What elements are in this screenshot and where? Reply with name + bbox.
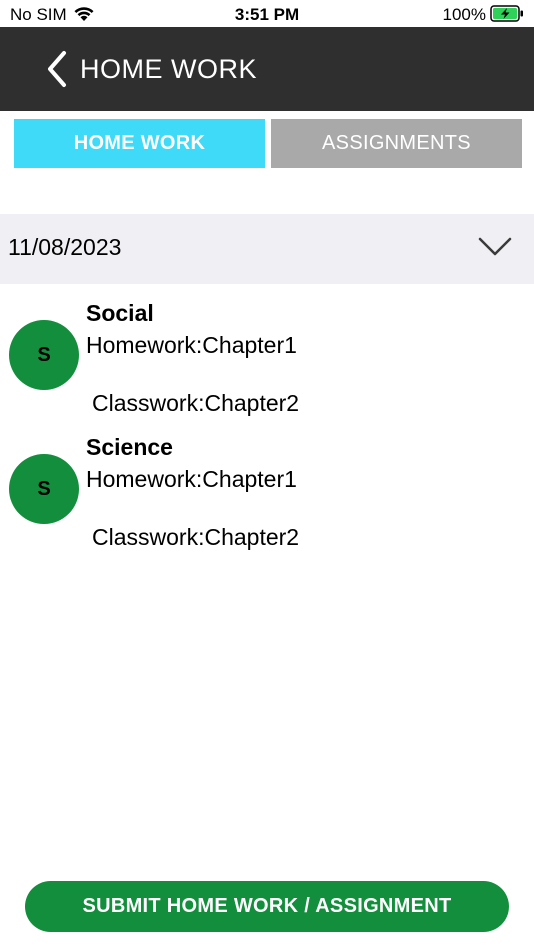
tab-home-work[interactable]: HOME WORK — [14, 119, 265, 168]
classwork-text: Classwork:Chapter2 — [92, 524, 300, 550]
avatar: S — [9, 454, 79, 524]
avatar: S — [9, 320, 79, 390]
page-title: HOME WORK — [80, 54, 257, 84]
battery-percentage: 100% — [442, 5, 486, 24]
tab-assignments[interactable]: ASSIGNMENTS — [271, 119, 522, 168]
list-item[interactable]: S Science Homework:Chapter1 Classwork:Ch… — [0, 434, 534, 564]
battery-charging-icon — [490, 5, 523, 22]
homework-text: Homework:Chapter1 — [86, 466, 297, 492]
status-bar: No SIM 3:51 PM 100% — [0, 0, 534, 27]
date-dropdown[interactable]: 11/08/2023 — [0, 214, 534, 284]
classwork-text: Classwork:Chapter2 — [92, 390, 300, 416]
navigation-bar: HOME WORK — [0, 27, 534, 111]
homework-text: Homework:Chapter1 — [86, 332, 297, 358]
subject-name: Social — [86, 300, 154, 326]
selected-date: 11/08/2023 — [8, 234, 122, 260]
submit-homework-assignment-button[interactable]: SUBMIT HOME WORK / ASSIGNMENT — [25, 881, 509, 932]
back-chevron-icon[interactable] — [44, 49, 70, 89]
list-item[interactable]: S Social Homework:Chapter1 Classwork:Cha… — [0, 300, 534, 430]
chevron-down-icon[interactable] — [478, 236, 512, 258]
subject-name: Science — [86, 434, 173, 460]
